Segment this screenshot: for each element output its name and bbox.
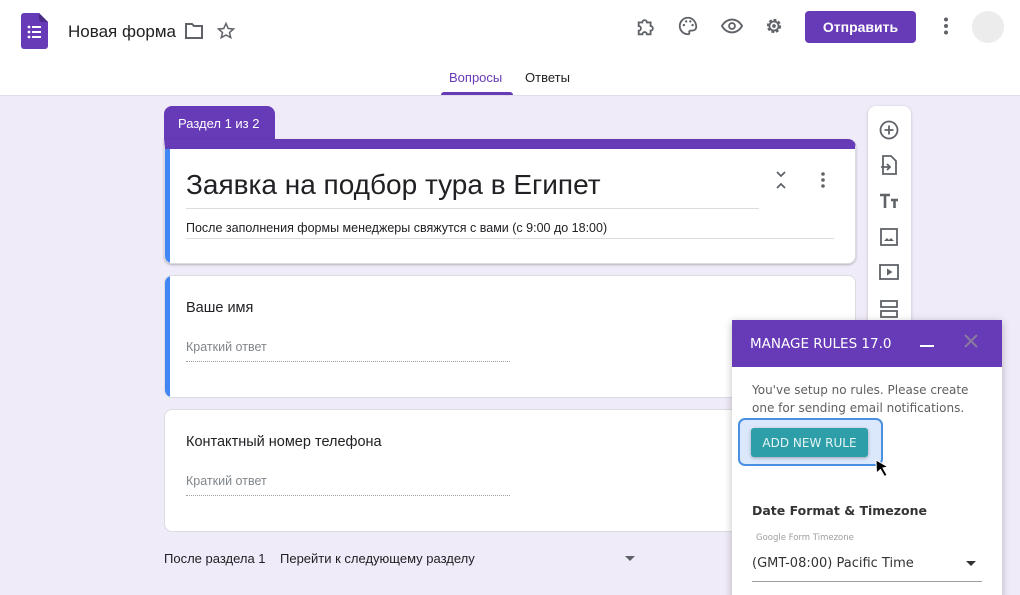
add-question-icon[interactable] — [878, 119, 900, 141]
eye-icon[interactable] — [720, 14, 744, 38]
answer-line — [186, 361, 510, 362]
tab-responses[interactable]: Ответы — [525, 70, 570, 85]
select-underline — [752, 581, 982, 582]
question-title[interactable]: Ваше имя — [186, 300, 253, 316]
active-accent-bar — [165, 276, 170, 397]
after-section-label: После раздела 1 — [164, 551, 266, 566]
add-title-icon[interactable] — [878, 190, 900, 212]
more-vert-icon[interactable] — [934, 14, 958, 38]
short-answer-placeholder: Краткий ответ — [186, 340, 267, 354]
add-section-icon[interactable] — [878, 298, 900, 320]
panel-title: MANAGE RULES 17.0 — [750, 336, 892, 352]
addon-icon[interactable] — [634, 15, 658, 39]
close-icon[interactable] — [962, 332, 980, 350]
no-rules-message: You've setup no rules. Please create one… — [752, 383, 969, 415]
form-title-card[interactable]: Заявка на подбор тура в Египет После зап… — [164, 139, 856, 264]
answer-line — [186, 495, 510, 496]
active-accent-bar — [165, 149, 170, 263]
star-icon[interactable] — [215, 20, 237, 42]
more-vert-icon[interactable] — [813, 169, 833, 191]
dropdown-arrow-icon[interactable] — [625, 556, 635, 561]
add-video-icon[interactable] — [878, 261, 900, 283]
dropdown-arrow-icon[interactable] — [966, 561, 976, 566]
date-format-heading: Date Format & Timezone — [752, 503, 927, 518]
panel-header: MANAGE RULES 17.0 — [732, 320, 1002, 367]
palette-icon[interactable] — [676, 14, 700, 38]
tab-questions[interactable]: Вопросы — [449, 70, 502, 85]
active-tab-indicator — [441, 92, 513, 95]
form-description[interactable]: После заполнения формы менеджеры свяжутс… — [186, 221, 607, 235]
short-answer-placeholder: Краткий ответ — [186, 474, 267, 488]
add-new-rule-button[interactable]: ADD NEW RULE — [751, 428, 868, 457]
document-title[interactable]: Новая форма — [68, 22, 176, 42]
gear-icon[interactable] — [762, 14, 786, 38]
timezone-select[interactable]: (GMT-08:00) Pacific Time — [752, 556, 982, 571]
add-image-icon[interactable] — [878, 226, 900, 248]
send-button[interactable]: Отправить — [805, 11, 916, 43]
top-bar: Новая форма Отправить Вопросы Ответы — [0, 0, 1020, 96]
minimize-icon[interactable] — [920, 345, 934, 347]
section-navigation-select[interactable]: Перейти к следующему разделу — [280, 551, 475, 566]
description-underline — [186, 238, 834, 239]
collapse-icon[interactable] — [771, 169, 791, 191]
timezone-label: Google Form Timezone — [756, 533, 854, 543]
side-toolbar — [868, 106, 911, 336]
forms-logo-icon[interactable] — [21, 13, 48, 49]
import-questions-icon[interactable] — [878, 154, 900, 176]
title-underline — [186, 208, 759, 209]
avatar[interactable] — [972, 11, 1004, 43]
mouse-cursor-icon — [875, 459, 890, 478]
folder-icon[interactable] — [183, 20, 205, 42]
section-badge: Раздел 1 из 2 — [164, 106, 275, 140]
form-title[interactable]: Заявка на подбор тура в Египет — [186, 169, 601, 201]
question-title[interactable]: Контактный номер телефона — [186, 434, 382, 450]
